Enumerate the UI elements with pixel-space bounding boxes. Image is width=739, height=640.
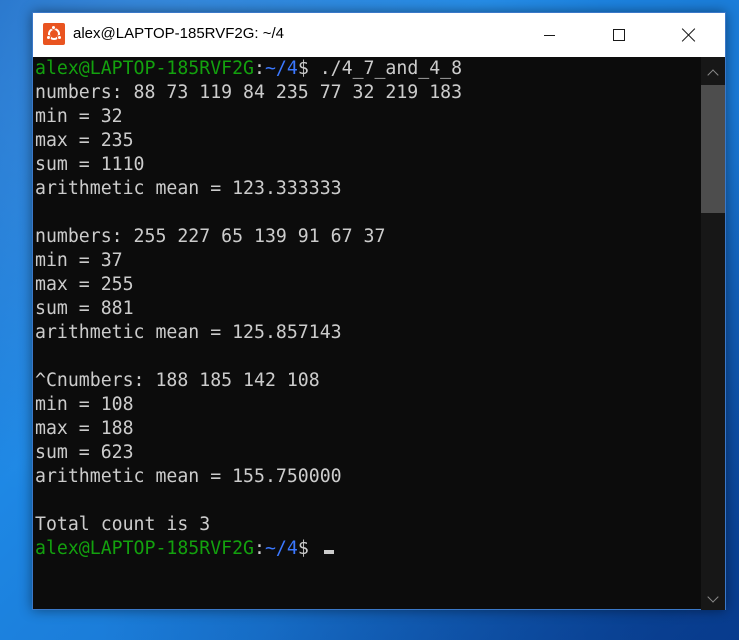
- minimize-button[interactable]: [526, 13, 572, 57]
- output-line: numbers: 88 73 119 84 235 77 32 219 183: [35, 82, 463, 103]
- prompt-colon: :: [254, 58, 265, 79]
- chevron-down-icon: [707, 591, 719, 603]
- prompt-symbol: $: [297, 58, 320, 79]
- prompt-user: alex@LAPTOP-185RVF2G: [35, 538, 254, 559]
- output-line: Total count is 3: [35, 514, 211, 535]
- output-line: ^Cnumbers: 188 185 142 108: [35, 370, 320, 391]
- scroll-up-button[interactable]: [701, 61, 725, 85]
- minimize-icon: [543, 34, 555, 36]
- output-line: min = 37: [35, 250, 123, 271]
- command-line: alex@LAPTOP-185RVF2G:~/4$ ./4_7_and_4_8: [35, 57, 701, 81]
- text-cursor: [323, 550, 334, 554]
- vertical-scrollbar[interactable]: [701, 57, 725, 610]
- output-line: numbers: 255 227 65 139 91 67 37: [35, 226, 386, 247]
- terminal-output[interactable]: alex@LAPTOP-185RVF2G:~/4$ ./4_7_and_4_8 …: [34, 57, 701, 610]
- output-line: arithmetic mean = 123.333333: [35, 178, 342, 199]
- window-title: alex@LAPTOP-185RVF2G: ~/4: [73, 25, 285, 42]
- output-line: max = 235: [35, 130, 134, 151]
- prompt-path: ~/4: [264, 58, 298, 79]
- prompt-colon: :: [254, 538, 265, 559]
- ubuntu-icon: [43, 23, 65, 45]
- output-line: sum = 1110: [35, 154, 145, 175]
- maximize-button[interactable]: [596, 13, 642, 57]
- close-icon: [681, 27, 697, 43]
- chevron-up-icon: [707, 69, 719, 81]
- output-line: sum = 881: [35, 298, 134, 319]
- terminal-window[interactable]: alex@LAPTOP-185RVF2G: ~/4 alex@LAPTOP-18…: [32, 12, 726, 610]
- prompt-path: ~/4: [264, 538, 298, 559]
- prompt-symbol: $: [297, 538, 320, 559]
- title-bar[interactable]: alex@LAPTOP-185RVF2G: ~/4: [33, 13, 725, 57]
- output-line: max = 255: [35, 274, 134, 295]
- output-line: arithmetic mean = 155.750000: [35, 466, 342, 487]
- output-line: max = 188: [35, 418, 134, 439]
- prompt-user: alex@LAPTOP-185RVF2G: [35, 58, 254, 79]
- close-button[interactable]: [666, 13, 712, 57]
- current-prompt-line[interactable]: alex@LAPTOP-185RVF2G:~/4$: [35, 537, 701, 561]
- output-line: min = 32: [35, 106, 123, 127]
- output-line: sum = 623: [35, 442, 134, 463]
- maximize-icon: [613, 29, 625, 41]
- command-text: ./4_7_and_4_8: [319, 58, 463, 79]
- output-line: arithmetic mean = 125.857143: [35, 322, 342, 343]
- output-line: min = 108: [35, 394, 134, 415]
- scroll-down-button[interactable]: [701, 587, 725, 611]
- scrollbar-thumb[interactable]: [701, 85, 725, 213]
